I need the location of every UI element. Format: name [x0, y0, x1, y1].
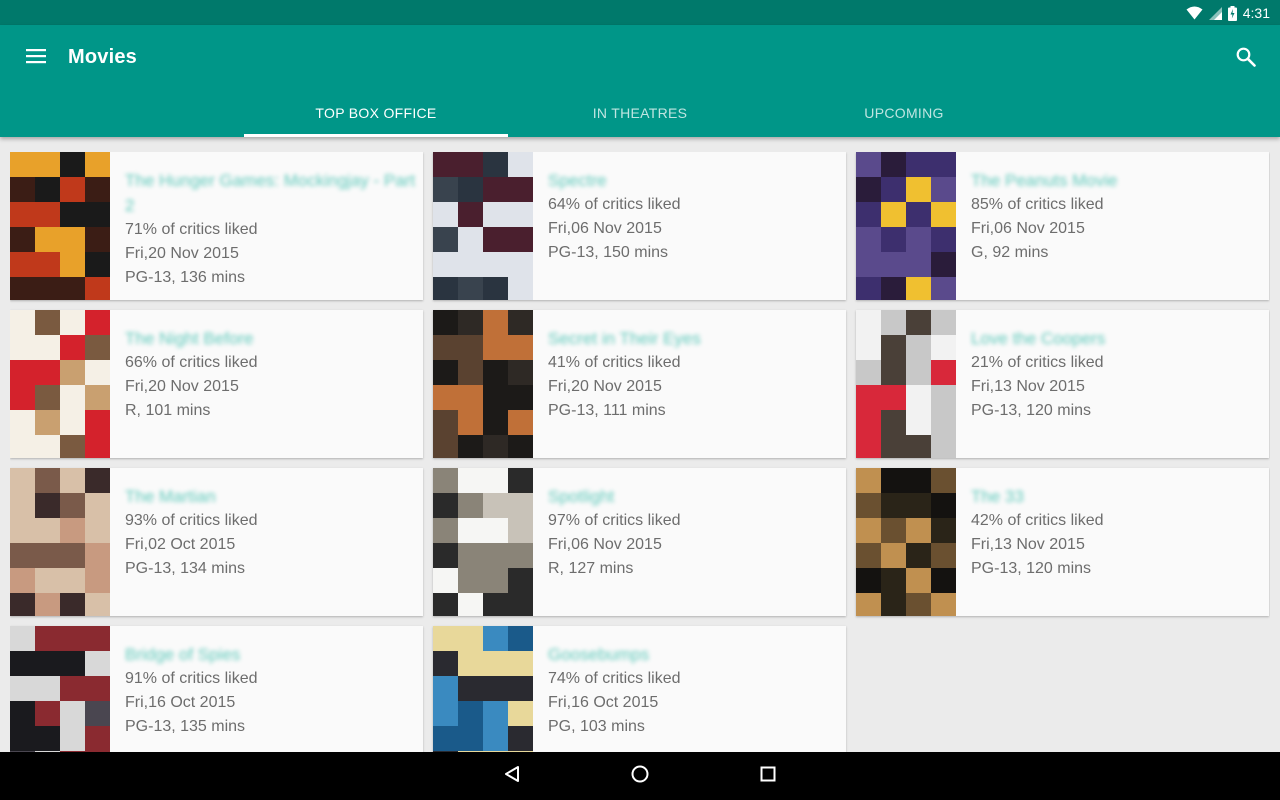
critics-rating: 21% of critics liked	[971, 354, 1104, 371]
rating-runtime: PG-13, 134 mins	[125, 560, 246, 577]
release-date: Fri,06 Nov 2015	[548, 220, 662, 237]
critics-rating: 97% of critics liked	[548, 512, 681, 529]
clock: 4:31	[1242, 5, 1270, 21]
rating-runtime: R, 127 mins	[548, 560, 634, 577]
movie-card[interactable]: The Hunger Games: Mockingjay - Part 2 71…	[10, 152, 423, 300]
critics-rating: 42% of critics liked	[971, 512, 1104, 529]
app-title: Movies	[68, 46, 138, 68]
movie-card[interactable]: The 33 42% of critics liked Fri,13 Nov 2…	[856, 468, 1269, 616]
rating-runtime: PG-13, 150 mins	[548, 244, 669, 261]
movie-poster	[433, 310, 533, 458]
hamburger-menu-icon	[26, 48, 46, 69]
movie-poster	[433, 626, 533, 752]
movie-poster	[856, 468, 956, 616]
rating-runtime: PG-13, 111 mins	[548, 402, 666, 419]
movie-card[interactable]: The Night Before 66% of critics liked Fr…	[10, 310, 423, 458]
critics-rating: 85% of critics liked	[971, 196, 1104, 213]
recents-icon	[760, 766, 776, 787]
rating-runtime: PG-13, 120 mins	[971, 402, 1092, 419]
release-date: Fri,02 Oct 2015	[125, 536, 236, 553]
movie-card[interactable]: The Peanuts Movie 85% of critics liked F…	[856, 152, 1269, 300]
movie-title: The Peanuts Movie	[971, 171, 1118, 190]
movie-card[interactable]: Bridge of Spies 91% of critics liked Fri…	[10, 626, 423, 752]
movie-poster	[10, 468, 110, 616]
critics-rating: 64% of critics liked	[548, 196, 681, 213]
movie-title: The Hunger Games: Mockingjay - Part 2	[125, 171, 416, 215]
movie-title: Goosebumps	[548, 645, 650, 664]
critics-rating: 91% of critics liked	[125, 670, 258, 687]
signal-icon	[1208, 6, 1222, 20]
status-icons: 4:31	[1186, 4, 1270, 22]
movie-card[interactable]: Spotlight 97% of critics liked Fri,06 No…	[433, 468, 846, 616]
rating-runtime: PG-13, 136 mins	[125, 269, 246, 286]
movie-poster	[10, 626, 110, 752]
tab-in-theatres[interactable]: IN THEATRES	[508, 89, 772, 137]
menu-button[interactable]	[16, 41, 56, 75]
release-date: Fri,20 Nov 2015	[125, 378, 239, 395]
release-date: Fri,06 Nov 2015	[971, 220, 1085, 237]
movie-poster	[10, 152, 110, 300]
movie-poster	[856, 310, 956, 458]
movie-card[interactable]: The Martian 93% of critics liked Fri,02 …	[10, 468, 423, 616]
status-bar: 4:31	[0, 0, 1280, 25]
recents-button[interactable]	[752, 760, 784, 792]
movie-title: Bridge of Spies	[125, 645, 241, 664]
release-date: Fri,16 Oct 2015	[125, 694, 236, 711]
release-date: Fri,06 Nov 2015	[548, 536, 662, 553]
tab-bar: TOP BOX OFFICE IN THEATRES UPCOMING	[244, 89, 1036, 137]
movie-title: Love the Coopers	[971, 329, 1106, 348]
movie-card[interactable]: Love the Coopers 21% of critics liked Fr…	[856, 310, 1269, 458]
movie-title: The Martian	[125, 487, 216, 506]
wifi-icon	[1186, 6, 1203, 20]
tab-top-box-office[interactable]: TOP BOX OFFICE	[244, 89, 508, 137]
app-bar: Movies TOP BOX OFFICE IN THEATRES UPCOMI…	[0, 25, 1280, 137]
movie-poster	[10, 310, 110, 458]
movie-card[interactable]: Spectre 64% of critics liked Fri,06 Nov …	[433, 152, 846, 300]
movie-title: Spotlight	[548, 487, 615, 506]
movie-card[interactable]: Secret in Their Eyes 41% of critics like…	[433, 310, 846, 458]
back-button[interactable]	[496, 760, 528, 792]
movie-card[interactable]: Goosebumps 74% of critics liked Fri,16 O…	[433, 626, 846, 752]
release-date: Fri,20 Nov 2015	[125, 245, 239, 262]
critics-rating: 74% of critics liked	[548, 670, 681, 687]
home-button[interactable]	[624, 760, 656, 792]
home-icon	[631, 765, 649, 788]
movie-poster	[433, 152, 533, 300]
rating-runtime: PG-13, 120 mins	[971, 560, 1092, 577]
movie-poster	[856, 152, 956, 300]
tab-upcoming[interactable]: UPCOMING	[772, 89, 1036, 137]
rating-runtime: G, 92 mins	[971, 244, 1049, 261]
search-button[interactable]	[1230, 43, 1262, 75]
movie-grid: The Hunger Games: Mockingjay - Part 2 71…	[10, 152, 1270, 752]
critics-rating: 71% of critics liked	[125, 221, 258, 238]
rating-runtime: R, 101 mins	[125, 402, 211, 419]
release-date: Fri,16 Oct 2015	[548, 694, 659, 711]
movie-poster	[433, 468, 533, 616]
movie-title: Spectre	[548, 171, 607, 190]
critics-rating: 66% of critics liked	[125, 354, 258, 371]
navigation-bar	[0, 752, 1280, 800]
movie-title: The 33	[971, 487, 1024, 506]
movie-title: Secret in Their Eyes	[548, 329, 701, 348]
rating-runtime: PG-13, 135 mins	[125, 718, 246, 735]
release-date: Fri,20 Nov 2015	[548, 378, 662, 395]
release-date: Fri,13 Nov 2015	[971, 536, 1085, 553]
critics-rating: 41% of critics liked	[548, 354, 681, 371]
back-icon	[503, 765, 521, 788]
battery-icon	[1227, 5, 1237, 21]
rating-runtime: PG, 103 mins	[548, 718, 645, 735]
search-icon	[1236, 47, 1256, 72]
release-date: Fri,13 Nov 2015	[971, 378, 1085, 395]
movie-title: The Night Before	[125, 329, 254, 348]
critics-rating: 93% of critics liked	[125, 512, 258, 529]
